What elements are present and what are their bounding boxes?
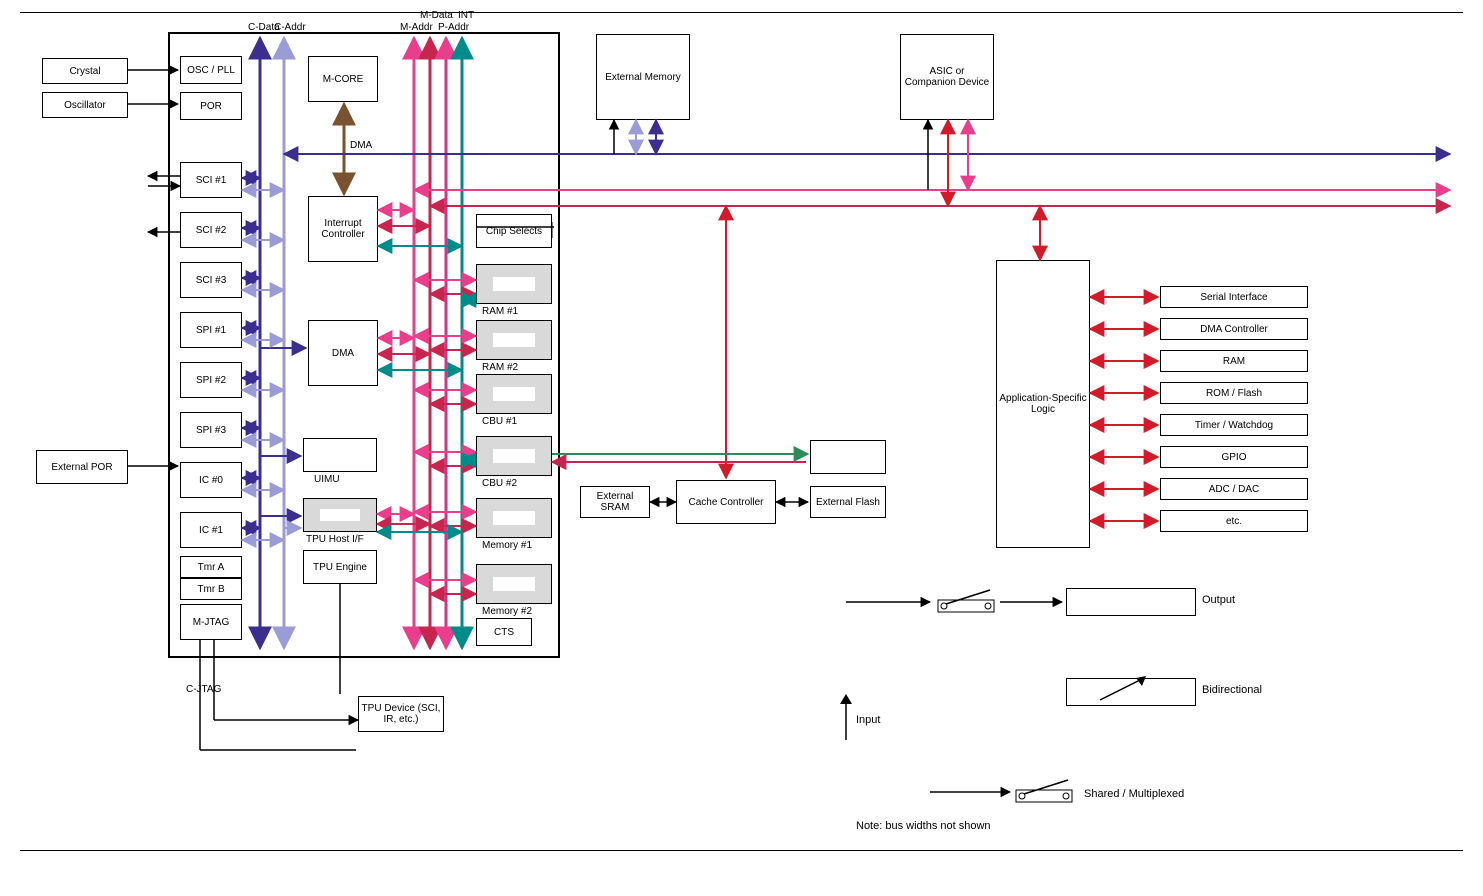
diagram-stage: Crystal Oscillator External POR OSC / PL… xyxy=(0,0,1483,896)
arrows-layer xyxy=(0,0,1483,896)
legend-input-label: Input xyxy=(856,714,880,726)
legend-note-label: Note: bus widths not shown xyxy=(856,820,991,832)
lbl-paddr: P-Addr xyxy=(438,22,469,33)
legend-output-label: Output xyxy=(1202,594,1235,606)
lbl-mdata: M-Data xyxy=(420,10,453,21)
lbl-maddr: M-Addr xyxy=(400,22,433,33)
center-taps xyxy=(378,210,462,370)
lbl-dma: DMA xyxy=(350,140,372,151)
lbl-int: INT xyxy=(458,10,474,21)
lbl-caddr: C-Addr xyxy=(274,22,306,33)
legend-bidir-label: Bidirectional xyxy=(1202,684,1262,696)
cdata-taps xyxy=(242,178,306,528)
caddr-taps xyxy=(242,190,301,540)
left-io-arrows xyxy=(148,176,180,232)
right-list-arrows xyxy=(1090,297,1158,521)
legend-group xyxy=(840,590,1146,802)
legend-muxed-label: Shared / Multiplexed xyxy=(1084,788,1184,800)
top-ext-links xyxy=(614,120,968,206)
